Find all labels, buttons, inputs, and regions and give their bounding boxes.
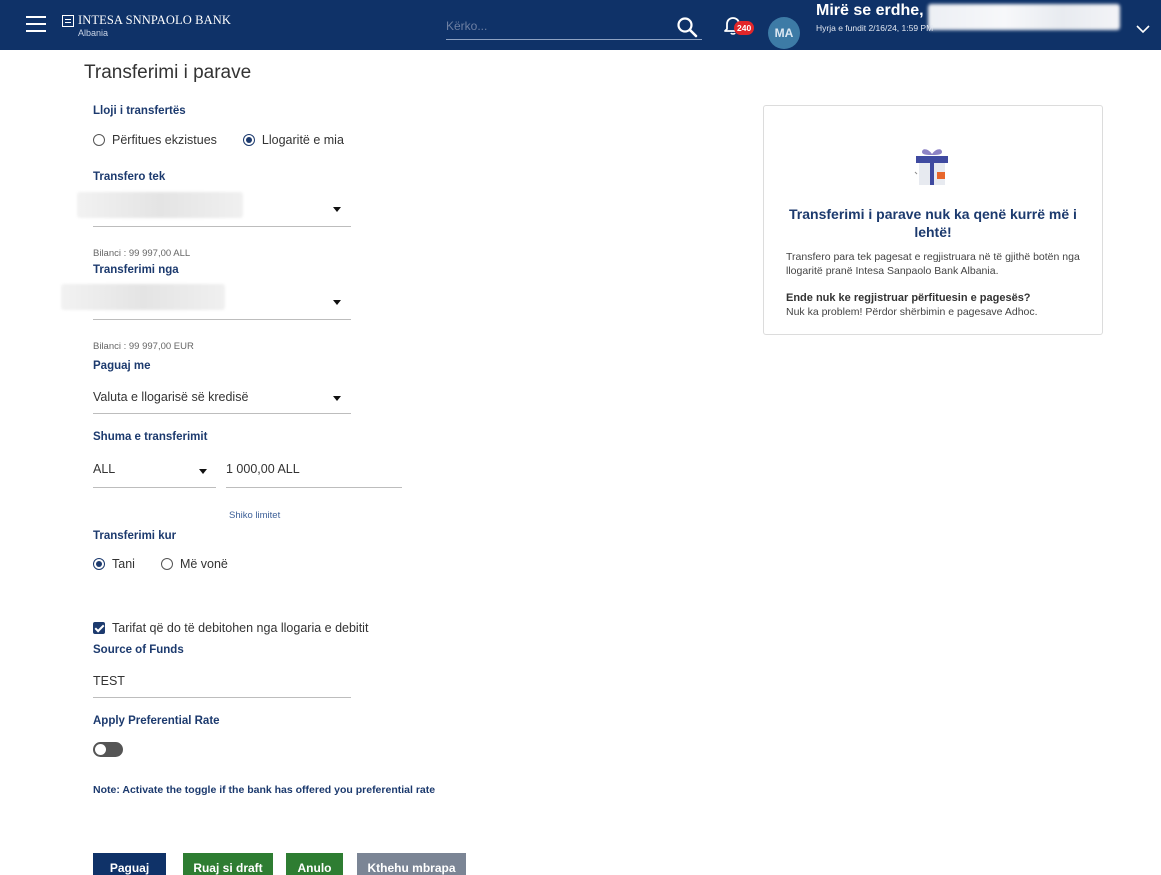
- chevron-down-icon: [199, 468, 207, 474]
- user-name-redacted: [928, 4, 1120, 30]
- promo-answer: Nuk ka problem! Përdor shërbimin e pages…: [786, 306, 1038, 318]
- last-login-text: Hyrja e fundit 2/16/24, 1:59 PM: [816, 23, 934, 33]
- pay-button[interactable]: Paguaj: [93, 853, 166, 875]
- radio-label: Më vonë: [179, 557, 228, 571]
- fees-checkbox[interactable]: [93, 622, 105, 634]
- radio-checked-icon: [93, 558, 105, 570]
- fees-checkbox-label: Tarifat që do të debitohen nga llogaria …: [112, 621, 369, 635]
- notification-badge[interactable]: 240: [734, 21, 755, 35]
- brand-subtitle: Albania: [78, 28, 109, 38]
- radio-later[interactable]: Më vonë: [160, 557, 228, 571]
- promo-title: Transferimi i parave nuk ka qenë kurrë m…: [789, 206, 1077, 240]
- logo-mark-icon: [62, 15, 74, 27]
- radio-unchecked-icon: [93, 134, 105, 146]
- amount-value: 1 000,00 ALL: [226, 462, 300, 476]
- radio-label: Përfitues ekzistues: [112, 133, 217, 147]
- radio-label: Llogaritë e mia: [261, 133, 344, 147]
- transfer-type-radio-group: Përfitues ekzistues Llogaritë e mia: [93, 132, 370, 148]
- amount-label: Shuma e transferimit: [93, 431, 208, 443]
- gift-icon: [914, 149, 948, 185]
- cancel-button[interactable]: Anulo: [286, 853, 343, 875]
- source-of-funds-input[interactable]: TEST: [93, 668, 351, 698]
- avatar[interactable]: MA: [768, 17, 800, 49]
- preferential-rate-toggle[interactable]: [93, 742, 123, 757]
- top-navigation-bar: INTESA SNNPAOLO BANK Albania 240 MA Mirë…: [0, 0, 1161, 50]
- radio-my-accounts[interactable]: Llogaritë e mia: [242, 133, 344, 147]
- back-button[interactable]: Kthehu mbrapa: [357, 853, 466, 875]
- source-of-funds-value: TEST: [93, 674, 125, 688]
- view-limits-link[interactable]: Shiko limitet: [229, 510, 280, 521]
- promo-question: Ende nuk ke regjistruar përfituesin e pa…: [786, 292, 1031, 304]
- promo-card: Transferimi i parave nuk ka qenë kurrë m…: [763, 105, 1103, 335]
- transfer-to-balance: Bilanci : 99 997,00 ALL: [93, 248, 191, 259]
- transfer-from-label: Transferimi nga: [93, 264, 179, 276]
- transfer-type-label: Lloji i transfertës: [93, 105, 186, 117]
- transfer-from-select[interactable]: [61, 284, 351, 320]
- search-icon[interactable]: [676, 16, 698, 38]
- amount-input[interactable]: 1 000,00 ALL: [226, 454, 402, 488]
- preferential-rate-note: Note: Activate the toggle if the bank ha…: [93, 784, 436, 796]
- account-redacted: [61, 284, 225, 310]
- search-bar: [446, 14, 702, 40]
- radio-unchecked-icon: [160, 558, 173, 570]
- brand-name: INTESA SNNPAOLO BANK: [78, 13, 231, 27]
- promo-description: Transfero para tek pagesat e regjistruar…: [786, 251, 1080, 277]
- source-of-funds-label: Source of Funds: [93, 644, 184, 656]
- transfer-when-radio-group: Tani Më vonë: [93, 556, 254, 572]
- preferential-rate-label: Apply Preferential Rate: [93, 715, 220, 727]
- radio-now[interactable]: Tani: [93, 557, 135, 571]
- pay-with-label: Paguaj me: [93, 360, 151, 372]
- greeting-text: Mirë se erdhe,: [816, 2, 924, 19]
- transfer-when-label: Transferimi kur: [93, 530, 177, 542]
- chevron-down-icon: [333, 396, 341, 401]
- search-input[interactable]: [446, 14, 670, 38]
- chevron-down-icon: [333, 299, 341, 305]
- chevron-down-icon: [333, 207, 341, 212]
- transfer-to-label: Transfero tek: [93, 171, 166, 183]
- account-redacted: [77, 192, 243, 218]
- save-draft-button[interactable]: Ruaj si draft: [183, 853, 273, 875]
- currency-select[interactable]: ALL: [93, 454, 216, 488]
- radio-label: Tani: [112, 557, 135, 571]
- chevron-down-icon[interactable]: [1136, 24, 1150, 34]
- radio-existing-beneficiary[interactable]: Përfitues ekzistues: [93, 133, 217, 147]
- radio-checked-icon: [242, 134, 255, 146]
- pay-with-value: Valuta e llogarisë së kredisë: [93, 390, 249, 404]
- menu-icon[interactable]: [26, 16, 46, 32]
- currency-value: ALL: [93, 462, 116, 476]
- transfer-to-select[interactable]: [77, 192, 351, 227]
- transfer-from-balance: Bilanci : 99 997,00 EUR: [93, 341, 194, 352]
- page-title: Transferimi i parave: [84, 62, 252, 83]
- pay-with-select[interactable]: Valuta e llogarisë së kredisë: [93, 383, 351, 414]
